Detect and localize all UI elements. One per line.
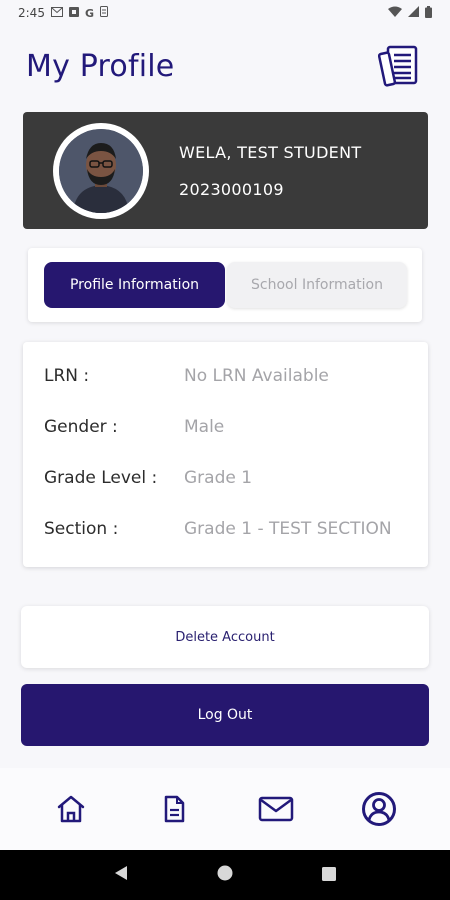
avatar [53, 122, 149, 219]
home-icon[interactable] [49, 787, 93, 831]
logout-button[interactable]: Log Out [21, 684, 429, 746]
gmail-icon [50, 6, 63, 20]
home-button-icon[interactable] [217, 865, 233, 885]
tab-bar: Profile Information School Information [28, 248, 422, 322]
bottom-nav [0, 768, 450, 850]
document-list-icon[interactable] [377, 43, 424, 89]
system-nav-bar [0, 850, 450, 900]
google-icon: G [84, 6, 94, 20]
info-value: Grade 1 [184, 468, 253, 488]
student-info: WELA, TEST STUDENT 2023000109 [179, 143, 361, 199]
status-time: 2:45 [18, 6, 45, 20]
battery-icon [425, 5, 432, 21]
student-name: WELA, TEST STUDENT [179, 142, 362, 162]
info-value: No LRN Available [184, 366, 329, 386]
profile-info-card: LRN : No LRN Available Gender : Male Gra… [23, 342, 428, 567]
profile-icon[interactable] [357, 787, 401, 831]
notification-icon [68, 6, 79, 20]
info-value: Grade 1 - TEST SECTION [184, 519, 392, 539]
status-right [388, 5, 432, 21]
back-icon[interactable] [114, 865, 128, 885]
info-row-grade-level: Grade Level : Grade 1 [44, 468, 252, 488]
storage-icon [99, 6, 108, 20]
info-row-section: Section : Grade 1 - TEST SECTION [44, 519, 392, 539]
student-id: 2023000109 [179, 179, 284, 199]
header: My Profile [26, 38, 424, 94]
info-label: Grade Level : [44, 468, 158, 488]
student-avatar [59, 128, 143, 213]
info-label: LRN : [44, 366, 90, 386]
status-bar: 2:45 G [0, 0, 450, 26]
wifi-icon [388, 6, 402, 20]
status-left: 2:45 G [18, 6, 108, 20]
cellular-icon [408, 6, 419, 20]
mail-icon[interactable] [254, 787, 298, 831]
info-row-lrn: LRN : No LRN Available [44, 366, 329, 386]
recents-icon[interactable] [321, 866, 336, 885]
delete-account-button[interactable]: Delete Account [21, 606, 429, 668]
page-title: My Profile [26, 48, 175, 84]
document-icon[interactable] [152, 787, 196, 831]
tab-profile-information[interactable]: Profile Information [44, 262, 225, 308]
tab-school-information[interactable]: School Information [227, 262, 407, 308]
info-value: Male [184, 417, 225, 437]
info-label: Gender : [44, 417, 118, 437]
profile-card: WELA, TEST STUDENT 2023000109 [23, 112, 428, 229]
info-label: Section : [44, 519, 119, 539]
info-row-gender: Gender : Male [44, 417, 224, 437]
